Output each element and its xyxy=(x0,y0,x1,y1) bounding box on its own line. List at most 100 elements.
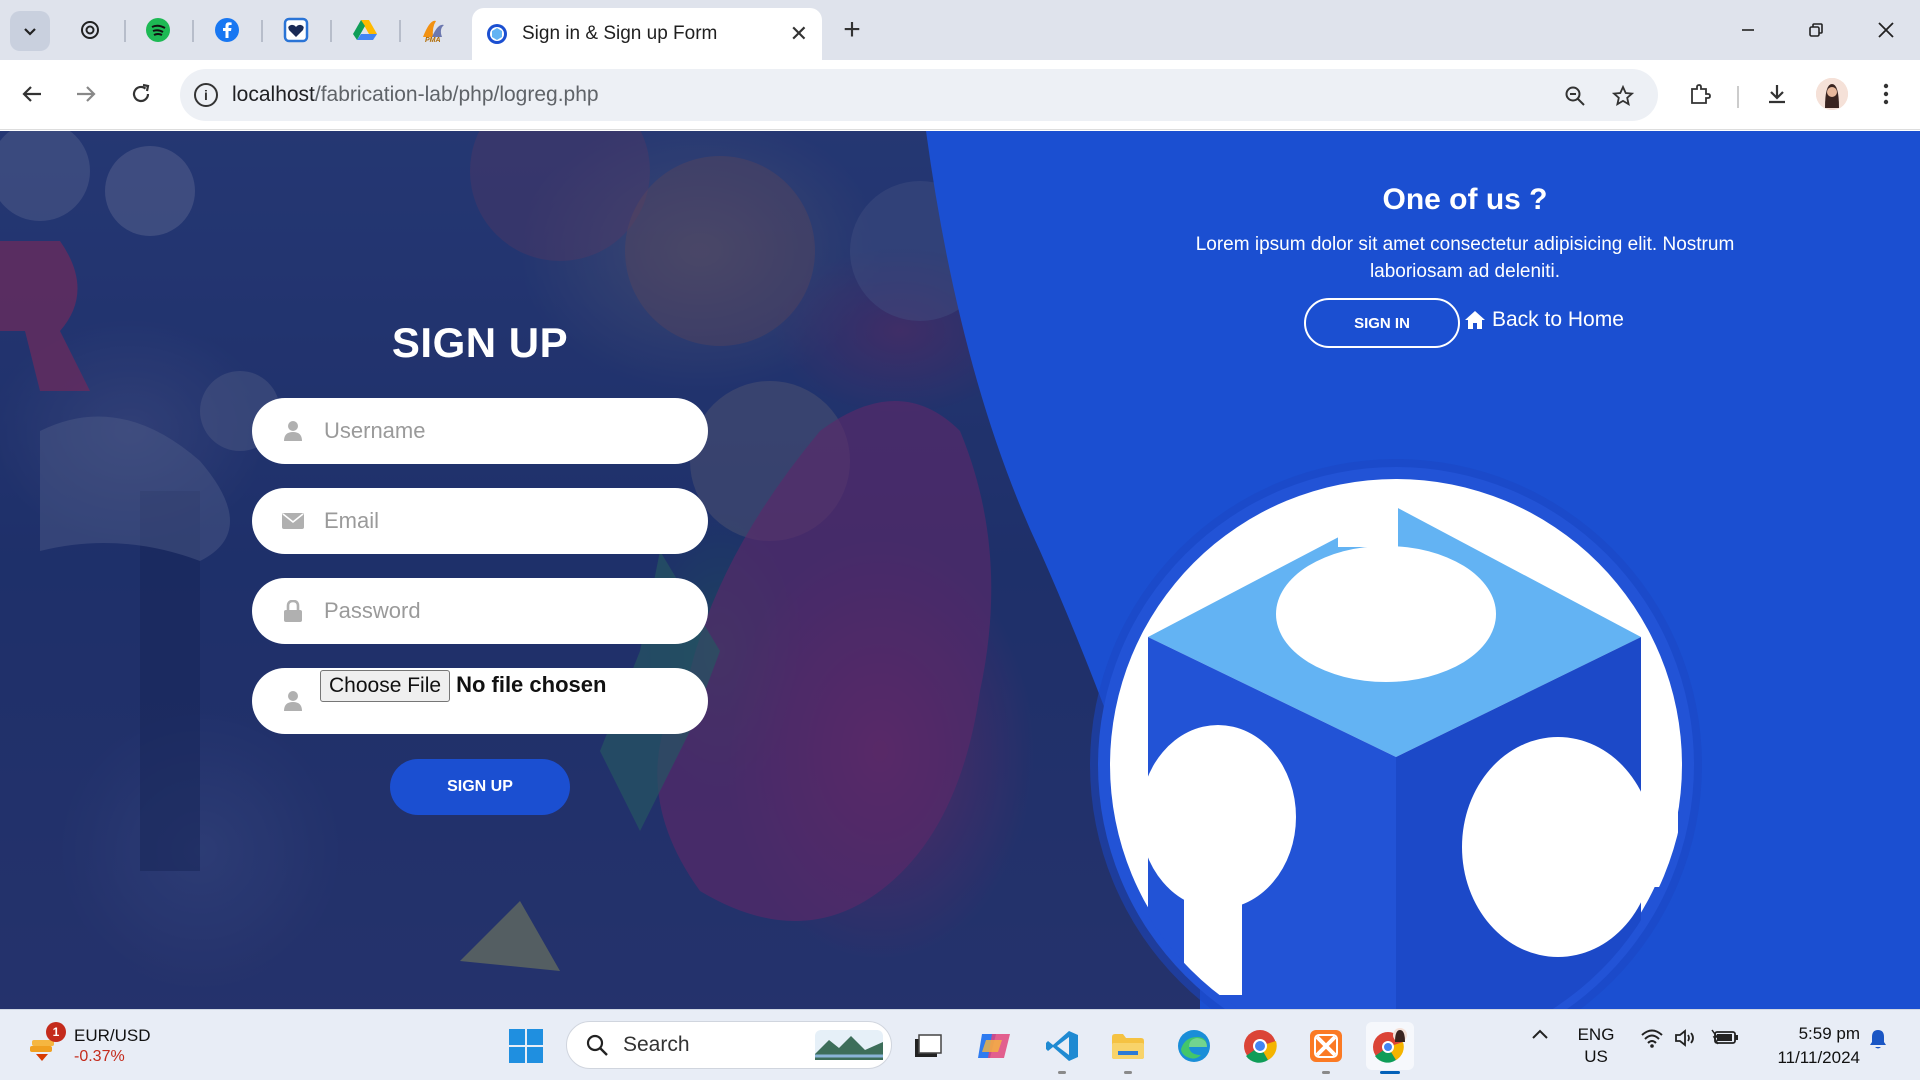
language-indicator[interactable]: ENG US xyxy=(1574,1024,1618,1068)
home-icon xyxy=(1465,311,1485,329)
chrome-app[interactable] xyxy=(1236,1022,1284,1070)
chrome-profile-app[interactable] xyxy=(1366,1022,1414,1074)
task-view-icon xyxy=(915,1034,942,1057)
page-favicon-icon xyxy=(487,24,507,44)
browser-toolbar: i localhost/fabrication-lab/php/logreg.p… xyxy=(0,60,1920,130)
svg-text:PMA: PMA xyxy=(425,37,441,43)
volume-icon[interactable] xyxy=(1672,1028,1700,1048)
profile-avatar[interactable] xyxy=(1816,78,1848,110)
edge-app[interactable] xyxy=(1170,1022,1218,1070)
start-button[interactable] xyxy=(502,1022,550,1070)
more-vertical-icon xyxy=(1883,83,1889,105)
system-clock[interactable]: 5:59 pm 11/11/2024 xyxy=(1750,1022,1860,1070)
choose-file-button[interactable]: Choose File xyxy=(320,670,451,702)
show-hidden-icons-button[interactable] xyxy=(1528,1028,1552,1040)
minimize-icon xyxy=(1742,29,1754,31)
currency-widget[interactable]: 1 EUR/USD -0.37% xyxy=(26,1022,166,1070)
battery-icon[interactable] xyxy=(1710,1028,1740,1046)
chrome-icon xyxy=(1244,1030,1277,1063)
panel-title: One of us ? xyxy=(1382,183,1548,216)
file-explorer-app[interactable] xyxy=(1104,1022,1152,1074)
copilot-icon xyxy=(978,1034,1010,1058)
search-highlight-image xyxy=(815,1030,883,1060)
running-indicator xyxy=(1058,1071,1066,1074)
username-field[interactable]: Username xyxy=(252,398,708,464)
reload-icon xyxy=(132,83,150,103)
region-code: US xyxy=(1584,1047,1608,1066)
clock-date: 11/11/2024 xyxy=(1777,1048,1860,1067)
tab-separator xyxy=(124,20,126,42)
reload-button[interactable] xyxy=(121,74,161,114)
google-drive-icon[interactable] xyxy=(349,14,381,46)
site-info-icon[interactable]: i xyxy=(194,83,218,107)
tab-title: Sign in & Sign up Form xyxy=(522,23,718,44)
tab-close-icon[interactable]: ✕ xyxy=(790,21,808,47)
chevron-up-icon xyxy=(1532,1029,1548,1039)
bookmark-star-icon[interactable] xyxy=(1608,81,1638,111)
panel-description: Lorem ipsum dolor sit amet consectetur a… xyxy=(1195,234,1735,282)
back-to-home-link[interactable]: Back to Home xyxy=(1464,308,1624,332)
zoom-icon[interactable] xyxy=(1560,81,1590,111)
back-button[interactable] xyxy=(12,74,52,114)
chevron-down-icon xyxy=(24,28,36,36)
signin-button[interactable]: SIGN IN xyxy=(1304,298,1460,348)
vscode-app[interactable] xyxy=(1038,1022,1086,1074)
tab-separator xyxy=(192,20,194,42)
task-view-app[interactable] xyxy=(904,1022,952,1070)
browser-tabstrip: PMA Sign in & Sign up Form ✕ + xyxy=(0,0,1920,60)
browser-menu-button[interactable] xyxy=(1866,74,1906,114)
new-tab-button[interactable]: + xyxy=(836,12,868,48)
clock-time: 5:59 pm xyxy=(1798,1024,1860,1043)
facebook-icon[interactable] xyxy=(211,14,243,46)
address-bar[interactable]: i localhost/fabrication-lab/php/logreg.p… xyxy=(180,69,1658,121)
tab-separator xyxy=(261,20,263,42)
close-icon xyxy=(1878,22,1894,38)
running-indicator xyxy=(1322,1071,1330,1074)
tab-separator xyxy=(330,20,332,42)
puzzle-icon xyxy=(1691,84,1711,104)
email-field[interactable]: Email xyxy=(252,488,708,554)
restore-button[interactable] xyxy=(1794,12,1838,48)
xampp-app[interactable] xyxy=(1302,1022,1350,1074)
password-placeholder: Password xyxy=(324,598,421,623)
email-placeholder: Email xyxy=(324,508,380,533)
taskbar-search[interactable]: Search xyxy=(566,1021,892,1069)
vscode-icon xyxy=(1046,1031,1078,1061)
windows-taskbar: 1 EUR/USD -0.37% Search ENG US 5:59 pm 1… xyxy=(0,1009,1920,1080)
close-window-button[interactable] xyxy=(1864,12,1908,48)
tab-sign-in-sign-up[interactable]: Sign in & Sign up Form ✕ xyxy=(472,8,822,60)
forward-button[interactable] xyxy=(66,74,106,114)
file-status-text: No file chosen xyxy=(456,672,607,697)
signup-title: SIGN UP xyxy=(391,319,569,366)
url-text: localhost/fabrication-lab/php/logreg.php xyxy=(232,83,599,107)
download-icon xyxy=(1769,85,1785,104)
phpmyadmin-icon[interactable]: PMA xyxy=(418,14,450,46)
notifications-bell-icon[interactable] xyxy=(1866,1028,1890,1050)
copilot-app[interactable] xyxy=(970,1022,1018,1070)
envelope-icon xyxy=(280,508,306,534)
heart-shield-icon[interactable] xyxy=(280,14,312,46)
back-to-home-label: Back to Home xyxy=(1492,308,1624,331)
chrome-profile-icon xyxy=(1373,1028,1407,1063)
url-path: /fabrication-lab/php/logreg.php xyxy=(314,83,599,106)
signup-button[interactable]: SIGN UP xyxy=(390,759,570,815)
restore-icon xyxy=(1809,23,1823,37)
password-field[interactable]: Password xyxy=(252,578,708,644)
search-icon xyxy=(586,1034,608,1056)
openai-icon[interactable] xyxy=(74,14,106,46)
extensions-button[interactable] xyxy=(1680,74,1720,114)
toolbar-divider xyxy=(1737,86,1739,108)
url-host: localhost xyxy=(232,83,315,106)
wifi-icon[interactable] xyxy=(1638,1028,1666,1048)
lock-icon xyxy=(280,598,306,624)
active-indicator xyxy=(1380,1071,1400,1074)
downloads-button[interactable] xyxy=(1757,74,1797,114)
currency-pair: EUR/USD xyxy=(74,1026,151,1045)
minimize-button[interactable] xyxy=(1726,12,1770,48)
user-icon xyxy=(280,418,306,444)
tab-separator xyxy=(399,20,401,42)
tab-search-button[interactable] xyxy=(10,11,50,51)
file-upload-field: Choose File No file chosen xyxy=(252,668,708,734)
username-placeholder: Username xyxy=(324,418,426,443)
spotify-icon[interactable] xyxy=(142,14,174,46)
